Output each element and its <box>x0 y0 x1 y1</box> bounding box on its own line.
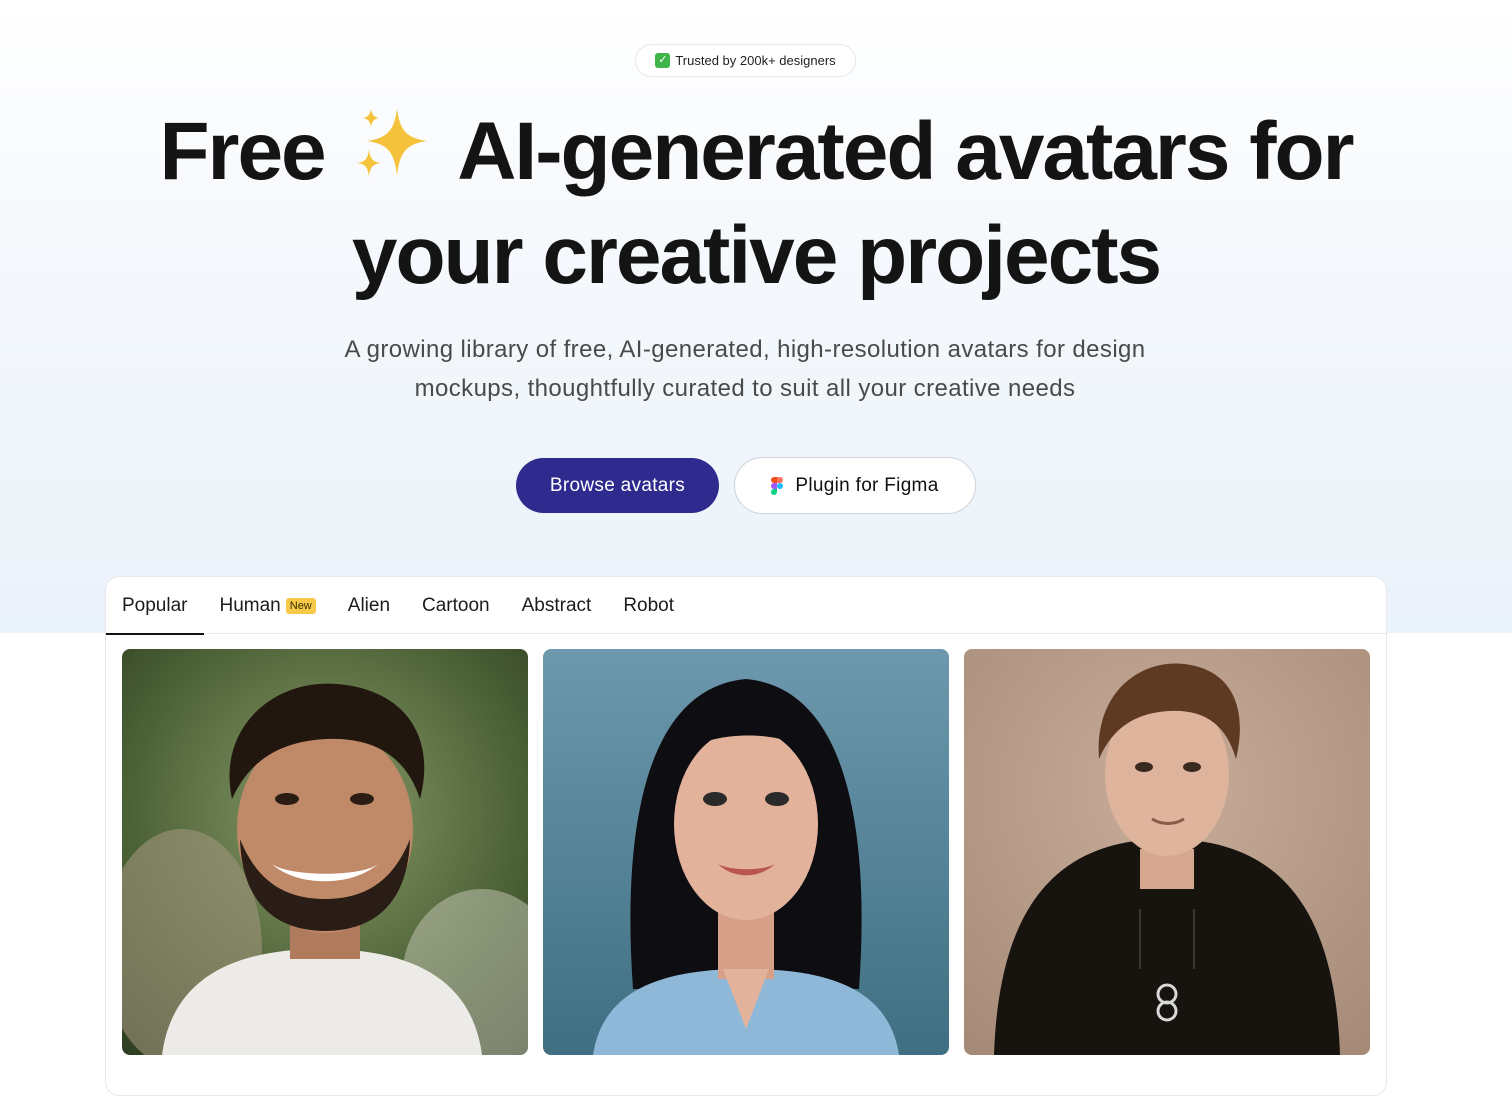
hero-section <box>0 0 1512 633</box>
avatar-gallery-panel: Popular Human New Alien Cartoon Abstract… <box>105 576 1387 1096</box>
avatar-photo-man-hoodie <box>964 649 1370 1055</box>
tab-robot-label: Robot <box>623 594 675 616</box>
tab-popular[interactable]: Popular <box>106 577 204 635</box>
avatar-photo-woman-dark-hair <box>543 649 949 1055</box>
sparkle-icon <box>357 109 428 177</box>
check-icon: ✓ <box>655 53 671 68</box>
avatar-card[interactable] <box>543 649 949 1055</box>
headline-free: Free <box>159 106 326 197</box>
trusted-badge-text: Trusted by 200k+ designers <box>675 53 836 68</box>
figma-icon <box>771 476 784 495</box>
avatar-card[interactable] <box>964 649 1370 1055</box>
tab-abstract[interactable]: Abstract <box>506 577 608 634</box>
avatar-card[interactable] <box>122 649 528 1055</box>
tab-cartoon-label: Cartoon <box>422 594 490 616</box>
tab-cartoon[interactable]: Cartoon <box>406 577 506 634</box>
tab-alien[interactable]: Alien <box>332 577 406 634</box>
figma-plugin-label: Plugin for Figma <box>795 474 939 496</box>
headline-line1-rest: AI-generated avatars for <box>457 106 1354 197</box>
tab-human-label: Human <box>219 594 281 616</box>
tab-popular-label: Popular <box>122 594 188 616</box>
avatar-photo-man-beard <box>122 649 528 1055</box>
page-title: Free AI-generated avatars for your creat… <box>0 100 1512 308</box>
headline-line2: your creative projects <box>351 210 1162 301</box>
new-badge: New <box>285 597 316 614</box>
figma-plugin-button[interactable]: Plugin for Figma <box>734 457 976 514</box>
category-tabs: Popular Human New Alien Cartoon Abstract… <box>106 577 1386 635</box>
tab-alien-label: Alien <box>347 594 391 616</box>
trusted-badge: ✓ Trusted by 200k+ designers <box>635 44 856 77</box>
browse-avatars-button[interactable]: Browse avatars <box>516 458 719 513</box>
subtitle: A growing library of free, AI-generated,… <box>344 336 1146 402</box>
tab-robot[interactable]: Robot <box>607 577 690 634</box>
tab-abstract-label: Abstract <box>521 594 592 616</box>
tab-human[interactable]: Human New <box>204 577 332 634</box>
